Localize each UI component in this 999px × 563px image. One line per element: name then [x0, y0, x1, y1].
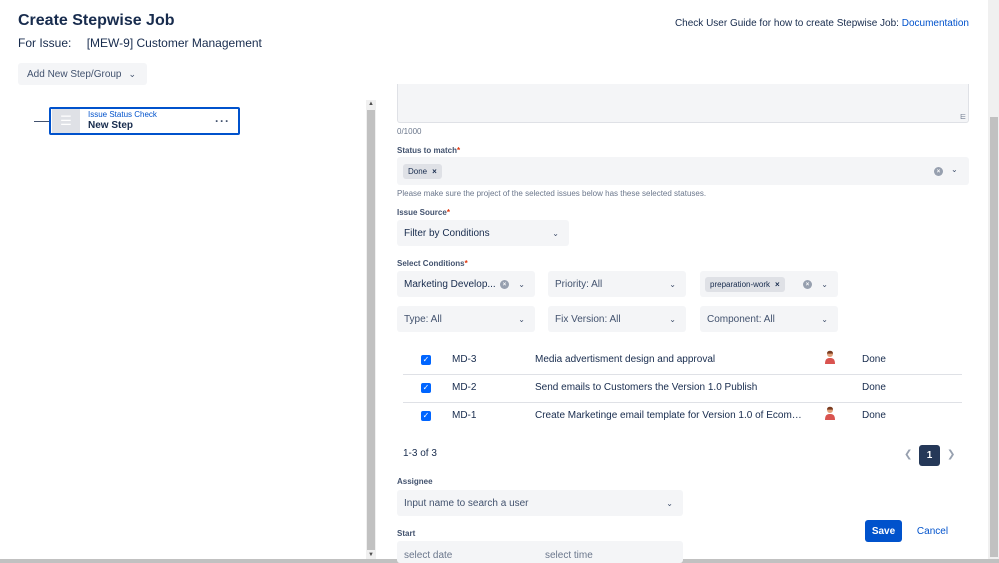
assignee-placeholder: Input name to search a user — [404, 497, 529, 509]
issue-source-value: Filter by Conditions — [404, 227, 490, 239]
chevron-down-icon: ⌄ — [669, 279, 676, 289]
cancel-button[interactable]: Cancel — [914, 520, 951, 542]
component-filter-select[interactable]: Component: All ⌄ — [700, 306, 838, 332]
status-chip-label: Done — [408, 167, 428, 176]
conditions-label: Select Conditions — [397, 259, 465, 268]
page-button-1[interactable]: 1 — [919, 445, 940, 466]
chevron-down-icon: ⌄ — [666, 498, 673, 508]
issue-value: [MEW-9] Customer Management — [86, 36, 262, 50]
scroll-thumb[interactable] — [367, 110, 375, 550]
row-checkbox[interactable]: ✓ — [421, 411, 431, 421]
required-mark: * — [457, 146, 461, 155]
remove-chip-icon[interactable]: × — [775, 280, 780, 289]
priority-filter-select[interactable]: Priority: All ⌄ — [548, 271, 686, 297]
row-checkbox[interactable]: ✓ — [421, 355, 431, 365]
priority-filter-value: Priority: All — [555, 278, 603, 290]
assignee-label: Assignee — [397, 477, 433, 486]
issue-source-select[interactable]: Filter by Conditions ⌄ — [397, 220, 569, 246]
issue-status: Done — [862, 382, 886, 393]
chevron-down-icon: ⌄ — [821, 314, 828, 324]
label-chip: preparation-work × — [705, 277, 785, 292]
conditions-label-wrap: Select Conditions* — [397, 259, 468, 268]
label-filter-select[interactable]: preparation-work × × ⌄ — [700, 271, 838, 297]
char-count: 0/1000 — [397, 127, 422, 136]
clear-icon[interactable]: × — [803, 280, 812, 289]
step-name: New Step — [88, 120, 134, 131]
table-row[interactable]: ✓ MD-2 Send emails to Customers the Vers… — [403, 375, 962, 403]
type-filter-value: Type: All — [404, 313, 442, 325]
status-label-wrap: Status to match* — [397, 146, 460, 155]
tree-connector — [34, 121, 50, 122]
chevron-right-icon[interactable]: ❯ — [947, 449, 955, 460]
avatar — [825, 350, 835, 364]
remove-chip-icon[interactable]: × — [432, 167, 437, 176]
issue-source-label-wrap: Issue Source* — [397, 208, 450, 217]
page-scroll-thumb[interactable] — [990, 117, 998, 557]
table-row[interactable]: ✓ MD-1 Create Marketinge email template … — [403, 403, 962, 431]
project-filter-value: Marketing Develop... — [404, 278, 496, 290]
resize-grip-icon[interactable]: ⋿ — [960, 113, 966, 121]
time-input[interactable]: select time — [545, 550, 593, 561]
status-chip: Done × — [403, 164, 442, 179]
status-label: Status to match — [397, 146, 458, 155]
fix-version-filter-select[interactable]: Fix Version: All ⌄ — [548, 306, 686, 332]
fix-version-filter-value: Fix Version: All — [555, 313, 621, 325]
required-mark: * — [446, 208, 450, 217]
issue-source-label: Issue Source — [397, 208, 447, 217]
documentation-link[interactable]: Documentation — [902, 18, 969, 29]
status-select[interactable]: Done × × ⌄ — [397, 157, 969, 185]
panel-scrollbar[interactable]: ▲ ▼ — [366, 100, 376, 559]
description-textarea[interactable]: ⋿ — [397, 84, 969, 123]
clear-icon[interactable]: × — [934, 167, 943, 176]
start-datetime[interactable]: select date select time — [397, 541, 683, 563]
step-card[interactable]: ☰ Issue Status Check New Step ··· — [49, 107, 240, 135]
scroll-down-icon[interactable]: ▼ — [368, 552, 374, 558]
chevron-down-icon: ⌄ — [128, 68, 137, 79]
step-type: Issue Status Check — [88, 110, 157, 119]
add-step-group-label: Add New Step/Group — [27, 68, 122, 80]
row-checkbox[interactable]: ✓ — [421, 383, 431, 393]
issue-summary: Send emails to Customers the Version 1.0… — [535, 382, 758, 393]
scroll-up-icon[interactable]: ▲ — [368, 101, 374, 107]
table-row[interactable]: ✓ MD-3 Media advertisment design and app… — [403, 347, 962, 375]
date-input[interactable]: select date — [404, 550, 452, 561]
chevron-down-icon[interactable]: ⌄ — [951, 165, 958, 174]
issue-label: For Issue: — [18, 36, 72, 50]
chevron-down-icon: ⌄ — [518, 314, 525, 324]
guide-text: Check User Guide for how to create Stepw… — [674, 18, 899, 29]
chevron-down-icon: ⌄ — [518, 279, 525, 289]
chevron-down-icon: ⌄ — [821, 279, 828, 289]
required-mark: * — [464, 259, 468, 268]
issue-line: For Issue: [MEW-9] Customer Management — [18, 36, 262, 50]
assignee-select[interactable]: Input name to search a user ⌄ — [397, 490, 683, 516]
chevron-left-icon[interactable]: ❮ — [904, 449, 912, 460]
status-helper-text: Please make sure the project of the sele… — [397, 189, 707, 198]
save-button[interactable]: Save — [865, 520, 902, 542]
issue-status: Done — [862, 354, 886, 365]
page-scrollbar[interactable] — [988, 0, 999, 563]
more-options-icon[interactable]: ··· — [215, 114, 230, 128]
start-label: Start — [397, 529, 416, 538]
issue-key[interactable]: MD-3 — [452, 354, 476, 365]
page-title: Create Stepwise Job — [18, 12, 175, 29]
avatar — [825, 406, 835, 420]
step-texts: Issue Status Check New Step — [88, 110, 215, 132]
issue-status: Done — [862, 410, 886, 421]
project-filter-select[interactable]: Marketing Develop... × ⌄ — [397, 271, 535, 297]
add-step-group-button[interactable]: Add New Step/Group ⌄ — [18, 63, 147, 85]
issue-key[interactable]: MD-1 — [452, 410, 476, 421]
issue-key[interactable]: MD-2 — [452, 382, 476, 393]
type-filter-select[interactable]: Type: All ⌄ — [397, 306, 535, 332]
component-filter-value: Component: All — [707, 313, 775, 325]
issue-summary: Create Marketinge email template for Ver… — [535, 410, 807, 421]
drag-handle-icon[interactable]: ☰ — [52, 109, 80, 133]
chevron-down-icon: ⌄ — [552, 228, 559, 238]
label-chip-label: preparation-work — [710, 280, 771, 289]
result-count: 1-3 of 3 — [403, 448, 437, 459]
clear-icon[interactable]: × — [500, 280, 509, 289]
chevron-down-icon: ⌄ — [669, 314, 676, 324]
user-guide-hint: Check User Guide for how to create Stepw… — [675, 18, 969, 29]
issue-summary: Media advertisment design and approval — [535, 354, 716, 365]
